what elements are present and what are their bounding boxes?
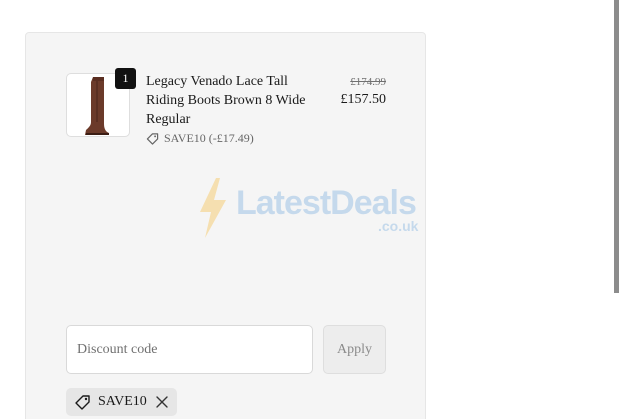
- tag-icon: [74, 393, 92, 411]
- line-discount: SAVE10 (-£17.49): [146, 130, 254, 146]
- close-icon[interactable]: [155, 395, 169, 409]
- discounted-price: £157.50: [340, 92, 387, 107]
- original-price: £174.99: [350, 76, 386, 88]
- product-title: Legacy Venado Lace Tall Riding Boots Bro…: [146, 74, 306, 127]
- applied-discount-tag: SAVE10: [66, 388, 177, 416]
- quantity-badge: 1: [115, 68, 136, 89]
- latestdeals-watermark: LatestDeals .co.uk: [196, 178, 426, 240]
- tag-icon: [146, 132, 159, 145]
- watermark-domain: .co.uk: [378, 218, 419, 234]
- discount-code-input[interactable]: [66, 325, 313, 374]
- applied-code-label: SAVE10: [98, 394, 147, 409]
- lightning-bolt-icon: [200, 178, 226, 238]
- line-discount-text: SAVE10 (-£17.49): [164, 130, 254, 145]
- scrollbar[interactable]: [614, 0, 619, 293]
- apply-button[interactable]: Apply: [323, 325, 386, 374]
- checkout-page: 1 Legacy Venado Lace Tall Riding Boots B…: [0, 0, 619, 419]
